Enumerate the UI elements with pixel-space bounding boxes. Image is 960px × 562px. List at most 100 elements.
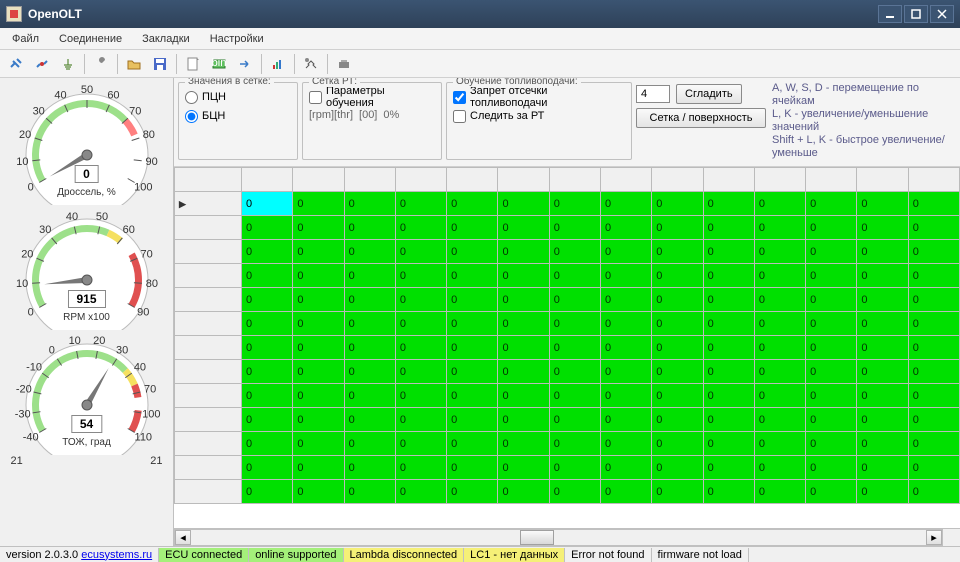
grid-cell[interactable]: 0	[857, 408, 908, 432]
check-follow-rt[interactable]: Следить за РТ	[453, 108, 625, 124]
grid-cell[interactable]: 0	[293, 480, 344, 504]
grid-cell[interactable]: 0	[703, 408, 754, 432]
grid-cell[interactable]: 0	[395, 336, 446, 360]
grid-cell[interactable]: 0	[703, 384, 754, 408]
grid-cell[interactable]: 0	[601, 408, 652, 432]
grid-cell[interactable]: 0	[601, 240, 652, 264]
grid-cell[interactable]: 0	[908, 480, 959, 504]
grid-cell[interactable]: 0	[908, 408, 959, 432]
grid-cell[interactable]: 0	[395, 240, 446, 264]
smooth-button[interactable]: Сгладить	[676, 84, 742, 104]
grid-cell[interactable]: 0	[395, 192, 446, 216]
grid-cell[interactable]: 0	[754, 480, 805, 504]
grid-cell[interactable]: 0	[395, 480, 446, 504]
grid-cell[interactable]: 0	[344, 264, 395, 288]
grid-cell[interactable]: 0	[806, 264, 857, 288]
grid-cell[interactable]: 0	[908, 336, 959, 360]
data-grid[interactable]: 0000000000000000000000000000000000000000…	[174, 167, 960, 528]
grid-cell[interactable]: 0	[703, 336, 754, 360]
grid-cell[interactable]: 0	[447, 384, 498, 408]
row-header[interactable]	[175, 408, 242, 432]
grid-cell[interactable]: 0	[293, 192, 344, 216]
row-header[interactable]	[175, 360, 242, 384]
check-learn-params[interactable]: Параметры обучения	[309, 89, 435, 105]
grid-cell[interactable]: 0	[806, 192, 857, 216]
row-header[interactable]	[175, 312, 242, 336]
grid-cell[interactable]: 0	[549, 384, 600, 408]
scroll-right-button[interactable]: ▸	[926, 530, 942, 545]
grid-cell[interactable]: 0	[344, 288, 395, 312]
grid-cell[interactable]: 0	[652, 480, 703, 504]
grid-cell[interactable]: 0	[344, 312, 395, 336]
grid-cell[interactable]: 0	[242, 336, 293, 360]
grid-cell[interactable]: 0	[806, 288, 857, 312]
grid-cell[interactable]: 0	[754, 360, 805, 384]
grid-cell[interactable]: 0	[652, 432, 703, 456]
grid-cell[interactable]: 0	[242, 312, 293, 336]
grid-cell[interactable]: 0	[498, 264, 549, 288]
grid-cell[interactable]: 0	[908, 264, 959, 288]
grid-cell[interactable]: 0	[601, 264, 652, 288]
grid-cell[interactable]: 0	[395, 432, 446, 456]
check-fuel-cutoff[interactable]: Запрет отсечки топливоподачи	[453, 89, 625, 105]
grid-cell[interactable]: 0	[447, 408, 498, 432]
row-header[interactable]	[175, 336, 242, 360]
grid-cell[interactable]: 0	[344, 336, 395, 360]
grid-cell[interactable]: 0	[754, 456, 805, 480]
grid-cell[interactable]: 0	[806, 216, 857, 240]
grid-cell[interactable]: 0	[395, 456, 446, 480]
tool-ground-icon[interactable]	[56, 53, 80, 75]
row-header[interactable]	[175, 216, 242, 240]
grid-cell[interactable]: 0	[344, 456, 395, 480]
grid-cell[interactable]: 0	[806, 360, 857, 384]
grid-cell[interactable]: 0	[652, 360, 703, 384]
grid-cell[interactable]: 0	[754, 384, 805, 408]
grid-cell[interactable]: 0	[395, 216, 446, 240]
grid-cell[interactable]: 0	[549, 432, 600, 456]
grid-cell[interactable]: 0	[601, 432, 652, 456]
row-header[interactable]	[175, 240, 242, 264]
status-link[interactable]: ecusystems.ru	[81, 549, 152, 561]
grid-cell[interactable]: 0	[242, 480, 293, 504]
row-header[interactable]	[175, 480, 242, 504]
grid-cell[interactable]: 0	[549, 240, 600, 264]
grid-cell[interactable]: 0	[806, 336, 857, 360]
tool-config-icon[interactable]	[299, 53, 323, 75]
grid-cell[interactable]: 0	[703, 192, 754, 216]
grid-cell[interactable]: 0	[549, 336, 600, 360]
grid-cell[interactable]: 0	[395, 408, 446, 432]
grid-cell[interactable]: 0	[908, 360, 959, 384]
tool-flash-icon[interactable]	[332, 53, 356, 75]
grid-cell[interactable]: 0	[652, 312, 703, 336]
grid-cell[interactable]: 0	[806, 384, 857, 408]
grid-cell[interactable]: 0	[498, 312, 549, 336]
radio-bcn[interactable]: БЦН	[185, 108, 291, 124]
grid-cell[interactable]: 0	[549, 456, 600, 480]
grid-cell[interactable]: 0	[447, 264, 498, 288]
grid-cell[interactable]: 0	[395, 384, 446, 408]
grid-cell[interactable]: 0	[908, 432, 959, 456]
grid-cell[interactable]: 0	[293, 312, 344, 336]
grid-cell[interactable]: 0	[754, 432, 805, 456]
grid-cell[interactable]: 0	[293, 432, 344, 456]
grid-cell[interactable]: 0	[703, 360, 754, 384]
grid-cell[interactable]: 0	[601, 216, 652, 240]
row-header[interactable]	[175, 384, 242, 408]
grid-cell[interactable]: 0	[498, 456, 549, 480]
grid-cell[interactable]: 0	[703, 288, 754, 312]
grid-cell[interactable]: 0	[447, 480, 498, 504]
grid-cell[interactable]: 0	[242, 288, 293, 312]
grid-cell[interactable]: 0	[549, 216, 600, 240]
grid-cell[interactable]: 0	[601, 480, 652, 504]
menu-bookmarks[interactable]: Закладки	[134, 30, 198, 48]
grid-cell[interactable]: 0	[549, 288, 600, 312]
grid-cell[interactable]: 0	[242, 264, 293, 288]
grid-cell[interactable]: 0	[806, 456, 857, 480]
grid-cell[interactable]: 0	[344, 240, 395, 264]
grid-cell[interactable]: 0	[447, 240, 498, 264]
grid-cell[interactable]: 0	[908, 192, 959, 216]
grid-cell[interactable]: 0	[498, 360, 549, 384]
grid-cell[interactable]: 0	[703, 312, 754, 336]
grid-cell[interactable]: 0	[344, 360, 395, 384]
grid-cell[interactable]: 0	[806, 408, 857, 432]
